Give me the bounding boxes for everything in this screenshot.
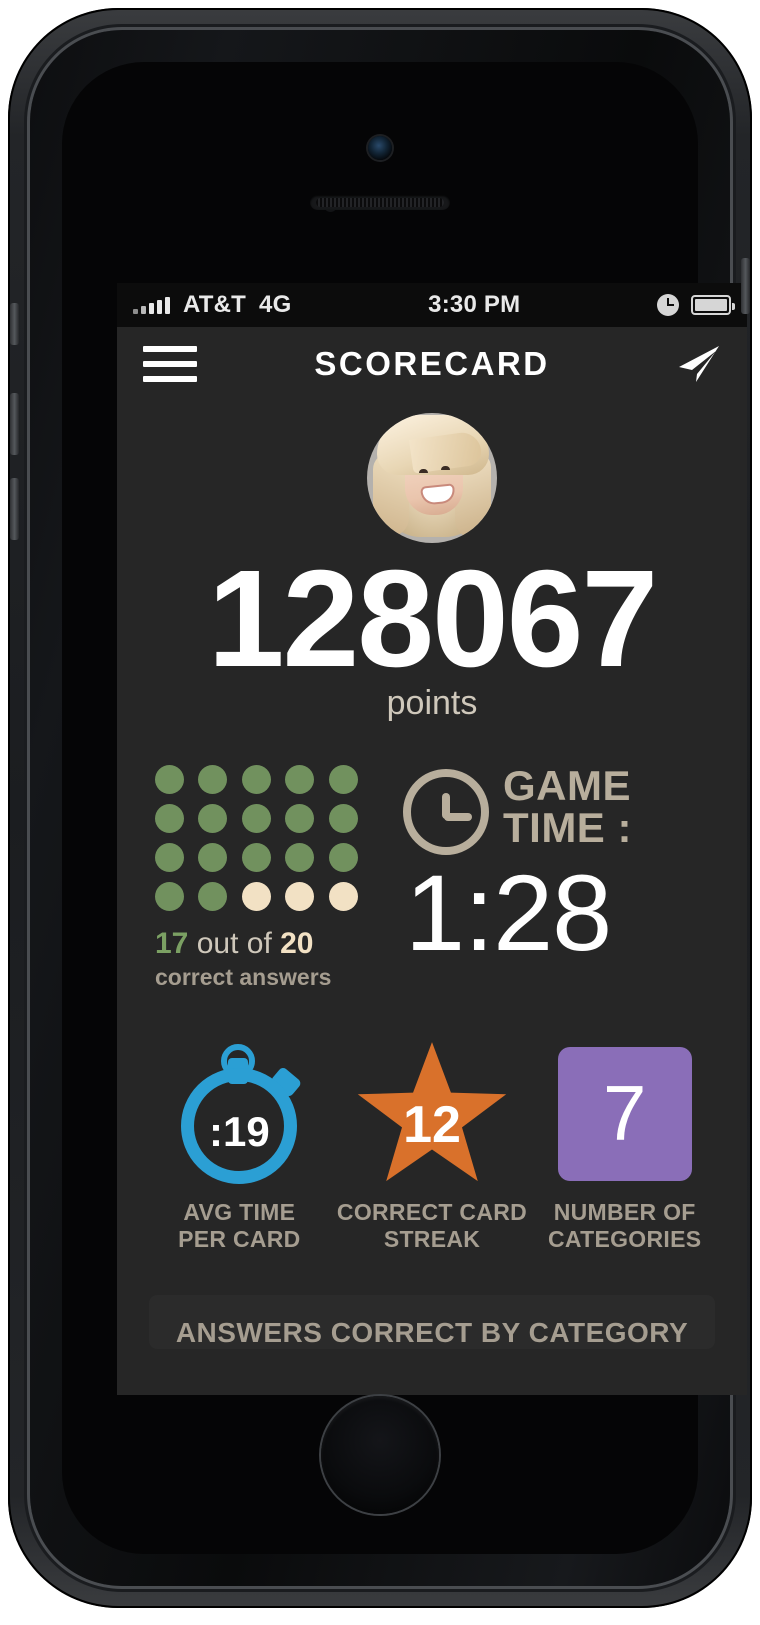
phone-bezel: AT&T 4G 3:30 PM SCORECARD 128067 points … <box>30 30 747 1586</box>
answers-total-count: 20 <box>280 926 314 960</box>
page-title: SCORECARD <box>314 345 550 382</box>
stat-value-avg-time: :19 <box>208 1107 270 1155</box>
game-time-label-line2: TIME : <box>503 803 632 851</box>
game-time-value: 1:28 <box>405 851 612 973</box>
summary-row: 17 out of 20 correct answers GAME TIME : <box>117 761 747 991</box>
score-value: 128067 <box>207 542 659 696</box>
answer-dot-incorrect <box>328 881 358 911</box>
stat-label-line2: PER CARD <box>178 1225 301 1252</box>
answer-dot-correct <box>198 881 228 911</box>
stat-label-line2: CATEGORIES <box>547 1225 702 1252</box>
stopwatch-icon: :19 <box>175 1043 303 1184</box>
stat-label-categories: NUMBER OF CATEGORIES <box>528 1199 721 1253</box>
status-bar-right <box>657 294 735 316</box>
answer-dot-incorrect <box>241 881 271 911</box>
answer-dot-correct <box>155 803 184 833</box>
battery-icon <box>691 295 735 315</box>
game-time-header: GAME TIME : <box>403 761 747 855</box>
answer-dot-correct <box>198 764 228 794</box>
game-time-label-line1: GAME <box>503 761 631 809</box>
stat-avg-time-per-card[interactable]: :19 AVG TIME PER CARD <box>143 1039 336 1253</box>
answer-dot-correct <box>241 842 271 872</box>
phone-front-face: AT&T 4G 3:30 PM SCORECARD 128067 points … <box>62 62 747 1554</box>
game-time-label: GAME TIME : <box>503 761 632 851</box>
answer-dot-correct <box>241 803 271 833</box>
answer-dot-correct <box>155 881 184 911</box>
home-button[interactable] <box>321 1396 439 1514</box>
alarm-clock-icon <box>657 294 679 316</box>
stat-label-line1: CORRECT CARD <box>336 1198 528 1225</box>
answer-dot-correct <box>241 764 271 794</box>
game-time-block: GAME TIME : 1:28 <box>395 761 747 991</box>
avatar-container <box>117 413 747 543</box>
status-bar-clock: 3:30 PM <box>428 291 521 318</box>
answer-dot-correct <box>198 803 228 833</box>
stat-value-categories: 7 <box>602 1069 647 1158</box>
phone-device-frame: AT&T 4G 3:30 PM SCORECARD 128067 points … <box>8 8 752 1608</box>
answer-dot-correct <box>328 764 358 794</box>
stat-label-streak: CORRECT CARD STREAK <box>336 1199 529 1253</box>
stat-value-streak: 12 <box>403 1095 461 1154</box>
answer-dot-correct <box>285 842 315 872</box>
rounded-square-icon: 7 <box>557 1046 692 1181</box>
answers-by-category-title: ANSWERS CORRECT BY CATEGORY <box>175 1317 689 1348</box>
avatar[interactable] <box>367 413 497 543</box>
stat-label-line1: AVG TIME <box>183 1198 296 1225</box>
stat-label-avg-time: AVG TIME PER CARD <box>143 1199 336 1253</box>
answers-ratio: 17 out of 20 <box>155 927 395 961</box>
volume-up-button[interactable] <box>10 393 19 455</box>
phone-screen: AT&T 4G 3:30 PM SCORECARD 128067 points … <box>117 283 747 1395</box>
carrier-label: AT&T <box>183 291 247 318</box>
answer-dot-correct <box>328 842 358 872</box>
send-paper-plane-icon[interactable] <box>667 343 721 385</box>
stat-art: :19 <box>143 1039 336 1189</box>
stat-label-line2: STREAK <box>383 1225 481 1252</box>
network-type-label: 4G <box>259 291 292 318</box>
mute-switch[interactable] <box>10 303 19 345</box>
answers-connector: out of <box>196 926 272 960</box>
signal-bars-icon <box>133 296 170 314</box>
stat-label-line1: NUMBER OF <box>553 1198 696 1225</box>
power-button[interactable] <box>741 258 750 314</box>
answer-dot-incorrect <box>285 881 315 911</box>
earpiece-speaker <box>310 195 450 210</box>
stat-art: 12 <box>336 1039 529 1189</box>
status-bar-left: AT&T 4G <box>133 291 291 319</box>
answer-dot-correct <box>328 803 358 833</box>
volume-down-button[interactable] <box>10 478 19 540</box>
hamburger-menu-icon[interactable] <box>143 346 197 382</box>
status-bar: AT&T 4G 3:30 PM <box>117 283 747 327</box>
front-camera-icon <box>368 136 392 160</box>
answer-dot-correct <box>285 764 315 794</box>
correct-answers-block: 17 out of 20 correct answers <box>155 764 395 991</box>
answer-dot-correct <box>155 764 184 794</box>
stat-art: 7 <box>528 1039 721 1189</box>
stat-number-of-categories[interactable]: 7 NUMBER OF CATEGORIES <box>528 1039 721 1253</box>
app-navigation-bar: SCORECARD <box>117 327 747 401</box>
answer-dot-correct <box>285 803 315 833</box>
answers-correct-count: 17 <box>155 926 189 960</box>
answers-caption: correct answers <box>155 963 332 990</box>
answer-dot-grid <box>155 764 360 911</box>
stats-row: :19 AVG TIME PER CARD 12 CORRECT CARD ST… <box>117 1039 747 1253</box>
answers-by-category-card[interactable]: ANSWERS CORRECT BY CATEGORY <box>149 1295 715 1349</box>
star-icon: 12 <box>352 1039 512 1189</box>
answer-dot-correct <box>155 842 184 872</box>
stat-correct-card-streak[interactable]: 12 CORRECT CARD STREAK <box>336 1039 529 1253</box>
answer-dot-correct <box>198 842 228 872</box>
clock-icon <box>403 768 489 855</box>
